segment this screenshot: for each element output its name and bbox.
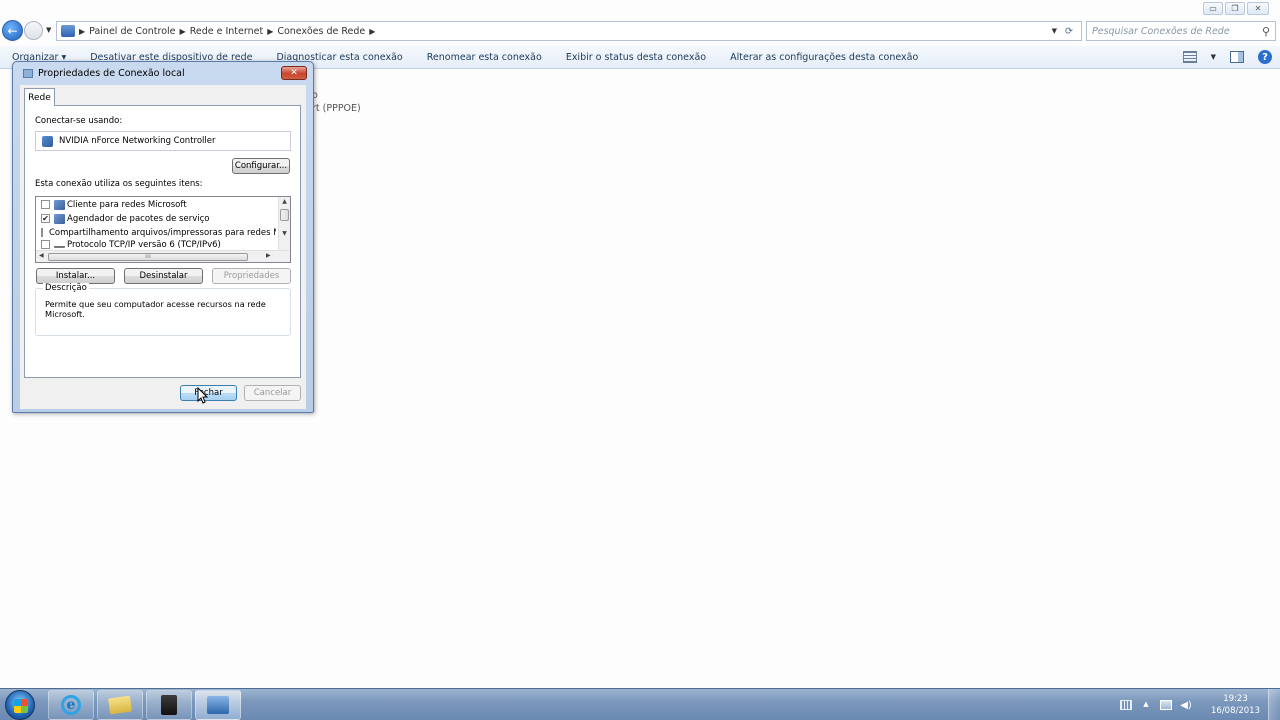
items-list[interactable]: Cliente para redes Microsoft ✔ Agendador…	[35, 196, 291, 263]
description-text: Permite que seu computador acesse recurs…	[45, 299, 266, 319]
scroll-thumb[interactable]	[280, 209, 289, 221]
network-service-icon	[54, 213, 65, 224]
tab-rede[interactable]: Rede	[24, 88, 55, 106]
scroll-up-icon[interactable]: ▲	[279, 197, 290, 207]
change-settings-button[interactable]: Alterar as configurações desta conexão	[718, 52, 930, 63]
search-placeholder: Pesquisar Conexões de Rede	[1092, 25, 1230, 37]
volume-icon[interactable]: ◀)	[1180, 700, 1192, 711]
taskbar-folder[interactable]	[97, 690, 143, 720]
scroll-thumb-horizontal[interactable]: ⁞⁞⁞	[48, 253, 248, 261]
internet-explorer-icon: e	[61, 695, 81, 715]
taskbar-control-panel[interactable]	[195, 690, 241, 720]
breadcrumb-painel-de-controle[interactable]: Painel de Controle	[89, 26, 175, 37]
show-desktop-button[interactable]	[1268, 689, 1280, 720]
back-button[interactable]: ←	[2, 20, 23, 41]
items-label: Esta conexão utiliza os seguintes itens:	[35, 179, 203, 189]
scroll-right-icon[interactable]: ▶	[266, 252, 271, 259]
refresh-icon[interactable]: ⟳	[1061, 26, 1077, 37]
view-dropdown-icon[interactable]: ▼	[1211, 53, 1216, 61]
mouse-cursor-icon	[197, 387, 209, 404]
list-item[interactable]: Cliente para redes Microsoft	[36, 198, 276, 211]
network-adapter-icon	[42, 135, 53, 147]
connection-item-line2: rt (PPPOE)	[312, 103, 361, 114]
vertical-scrollbar[interactable]: ▲ ▼	[278, 197, 290, 251]
close-window-button[interactable]: ✕	[1247, 2, 1269, 15]
item-label: Compartilhamento arquivos/impressoras pa…	[49, 227, 276, 238]
network-tray-icon[interactable]	[1160, 700, 1172, 710]
control-panel-icon	[207, 696, 229, 714]
recent-pages-dropdown[interactable]: ▼	[46, 26, 51, 34]
item-checkbox[interactable]	[41, 228, 43, 237]
cancel-button[interactable]: Cancelar	[244, 385, 301, 401]
arrow-left-icon: ←	[7, 23, 18, 38]
maximize-button[interactable]: ❐	[1225, 2, 1245, 15]
folder-icon	[107, 695, 133, 715]
breadcrumb-conexoes-de-rede[interactable]: Conexões de Rede	[277, 26, 365, 37]
description-title: Descrição	[43, 283, 89, 293]
item-label: Protocolo TCP/IP versão 6 (TCP/IPv6)	[67, 239, 221, 250]
network-icon	[23, 68, 33, 78]
dialog-title-bar[interactable]: Propriedades de Conexão local	[13, 62, 313, 84]
dialog-body: Rede Conectar-se usando: NVIDIA nForce N…	[20, 85, 306, 409]
horizontal-scrollbar[interactable]: ◀ ⁞⁞⁞ ▶	[36, 250, 290, 262]
control-panel-icon	[61, 25, 75, 37]
adapter-field: NVIDIA nForce Networking Controller	[35, 131, 291, 151]
chevron-right-icon[interactable]: ▶	[79, 27, 85, 36]
clock-date: 16/08/2013	[1211, 706, 1260, 716]
properties-button[interactable]: Propriedades	[212, 268, 291, 284]
item-label: Cliente para redes Microsoft	[67, 199, 187, 210]
dialog-close-button[interactable]: ✕	[281, 66, 307, 80]
app-icon	[161, 695, 177, 715]
clock-time: 19:23	[1223, 694, 1248, 704]
protocol-icon	[54, 242, 65, 248]
list-item[interactable]: Protocolo TCP/IP versão 6 (TCP/IPv6)	[36, 239, 276, 250]
connection-item-partial[interactable]: o rt (PPPOE)	[312, 89, 361, 115]
uninstall-button[interactable]: Desinstalar	[124, 268, 203, 284]
address-bar[interactable]: ▶ Painel de Controle ▶ Rede e Internet ▶…	[56, 21, 1082, 41]
address-row: ← ▼ ▶ Painel de Controle ▶ Rede e Intern…	[0, 18, 1280, 44]
show-hidden-icons-icon[interactable]: ▲	[1140, 700, 1152, 710]
chevron-right-icon[interactable]: ▶	[180, 27, 186, 36]
dialog-title: Propriedades de Conexão local	[38, 67, 185, 79]
taskbar-app[interactable]	[146, 690, 192, 720]
forward-button[interactable]	[24, 21, 43, 40]
view-status-button[interactable]: Exibir o status desta conexão	[554, 52, 718, 63]
chevron-right-icon[interactable]: ▶	[267, 27, 273, 36]
scroll-left-icon[interactable]: ◀	[39, 252, 44, 259]
adapter-name: NVIDIA nForce Networking Controller	[59, 136, 216, 146]
minimize-button[interactable]: ▭	[1203, 2, 1223, 15]
keyboard-icon[interactable]	[1120, 700, 1132, 710]
network-client-icon	[54, 199, 65, 210]
search-icon[interactable]: ⚲	[1262, 25, 1270, 38]
item-checkbox[interactable]	[41, 200, 50, 209]
clock[interactable]: 19:23 16/08/2013	[1211, 693, 1260, 717]
tab-panel: Conectar-se usando: NVIDIA nForce Networ…	[24, 105, 301, 378]
item-checkbox[interactable]	[41, 240, 50, 249]
preview-pane-icon[interactable]	[1230, 51, 1244, 63]
install-button[interactable]: Instalar...	[36, 268, 115, 284]
connect-using-label: Conectar-se usando:	[35, 116, 123, 126]
help-icon[interactable]: ?	[1258, 50, 1272, 64]
search-input[interactable]: Pesquisar Conexões de Rede ⚲	[1086, 21, 1276, 41]
view-controls: ▼ ?	[1182, 50, 1272, 64]
taskbar: e ▲ ◀) 19:23 16/08/2013	[0, 688, 1280, 720]
start-button[interactable]	[5, 690, 35, 720]
window-controls: ▭ ❐ ✕	[1203, 2, 1269, 16]
list-item[interactable]: ✔ Agendador de pacotes de serviço	[36, 212, 276, 225]
address-history-dropdown[interactable]: ▼	[1052, 27, 1057, 35]
configure-button[interactable]: Configurar...	[232, 158, 290, 174]
description-group: Descrição Permite que seu computador ace…	[35, 283, 291, 336]
properties-dialog: Propriedades de Conexão local ✕ Rede Con…	[12, 61, 314, 413]
item-label: Agendador de pacotes de serviço	[67, 213, 210, 224]
list-item[interactable]: Compartilhamento arquivos/impressoras pa…	[36, 226, 276, 239]
scroll-down-icon[interactable]: ▼	[279, 229, 290, 239]
breadcrumb-rede-e-internet[interactable]: Rede e Internet	[190, 26, 264, 37]
connection-item-line1: o	[312, 90, 318, 101]
chevron-right-icon[interactable]: ▶	[369, 27, 375, 36]
item-checkbox[interactable]: ✔	[41, 214, 50, 223]
taskbar-internet-explorer[interactable]: e	[48, 690, 94, 720]
close-icon: ✕	[290, 68, 298, 78]
change-view-icon[interactable]	[1182, 51, 1197, 63]
rename-connection-button[interactable]: Renomear esta conexão	[415, 52, 554, 63]
